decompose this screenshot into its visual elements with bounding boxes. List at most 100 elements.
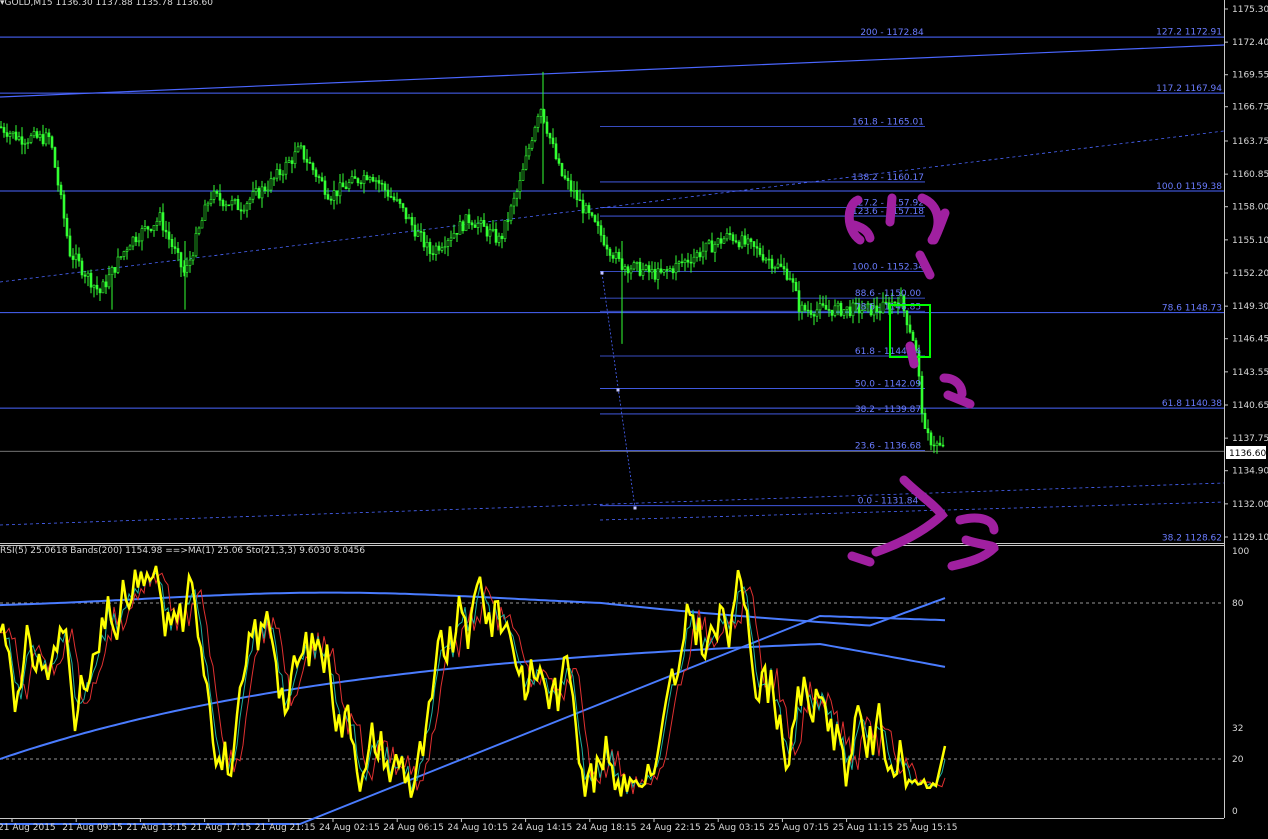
candle-body (281, 173, 285, 176)
price-axis-label: 1143.55 (1232, 368, 1268, 378)
indicator-panel[interactable] (0, 565, 1224, 825)
candle-body (254, 188, 258, 192)
candle-body (512, 197, 516, 207)
price-axis-label: 1146.45 (1232, 335, 1268, 345)
candle-body (623, 266, 627, 270)
candle-body (419, 231, 423, 233)
candle-body (68, 235, 72, 257)
time-axis-labels: 21 Aug 2015 21 Aug 09:15 21 Aug 13:15 21 Au… (0, 818, 957, 833)
candle-body (155, 220, 159, 226)
candle-body (164, 229, 168, 233)
candle-body (851, 302, 855, 317)
candle-body (269, 178, 273, 191)
candle-body (758, 247, 762, 255)
candle-body (434, 245, 438, 255)
candle-body (158, 212, 162, 222)
candle-body (707, 240, 711, 244)
candle-body (200, 220, 204, 229)
candle-body (524, 155, 528, 170)
candle-body (227, 204, 231, 207)
fib-level-label: 161.8 - 1165.01 (852, 118, 924, 128)
candle-body (731, 234, 735, 241)
candle-body (215, 190, 219, 194)
candle-body (275, 169, 279, 179)
candle-body (848, 306, 852, 317)
candle-body (710, 240, 714, 253)
candle-body (140, 228, 144, 242)
candle-body (401, 203, 405, 209)
candle-body (608, 248, 612, 256)
candle-body (938, 442, 942, 446)
price-axis-label: 1160.85 (1232, 170, 1268, 180)
candle-body (638, 261, 642, 276)
candle-body (908, 324, 912, 333)
fib-level-label: 88.6 - 1150.00 (855, 289, 921, 299)
candle-body (203, 204, 207, 221)
candle-body (923, 412, 927, 429)
candle-body (197, 227, 201, 234)
candle-body (689, 261, 693, 264)
candle-body (545, 121, 549, 134)
candle-body (353, 176, 357, 179)
candle-body (521, 168, 525, 181)
candle-body (482, 220, 486, 227)
candle-body (263, 186, 267, 192)
candle-body (791, 278, 795, 283)
candle-body (833, 305, 837, 316)
candle-body (845, 306, 849, 310)
candle-body (767, 258, 771, 261)
candle-body (341, 182, 345, 188)
anchor-point[interactable] (633, 506, 637, 510)
anchor-point[interactable] (616, 388, 620, 392)
candle-body (194, 233, 198, 257)
candle-body (221, 199, 225, 207)
candle-body (134, 236, 138, 243)
candle-body (779, 263, 783, 267)
candle-body (398, 199, 402, 204)
candle-body (5, 132, 9, 137)
annotation-mark (905, 341, 919, 369)
candle-body (785, 268, 789, 280)
candle-body (794, 282, 798, 291)
fib-level-label: 138.2 - 1160.17 (852, 173, 924, 183)
candle-body (800, 304, 804, 312)
candle-body (101, 281, 105, 294)
candle-body (602, 234, 606, 246)
price-axis-label: 1175.30 (1232, 5, 1268, 15)
time-axis-label: 25 Aug 15:15 (897, 823, 958, 833)
candle-body (563, 175, 567, 179)
fib-level-label: 38.2 - 1139.87 (855, 405, 921, 415)
chart-canvas[interactable]: 200 - 1172.84 161.8 - 1165.01 138.2 - 1160… (0, 0, 1268, 839)
time-axis-label: 25 Aug 03:15 (704, 823, 765, 833)
candle-body (260, 186, 264, 199)
candle-body (812, 314, 816, 317)
candle-body (86, 272, 90, 277)
candle-body (626, 266, 630, 274)
candle-body (230, 200, 234, 206)
anchor-point[interactable] (600, 271, 604, 275)
candle-body (23, 143, 27, 145)
candle-body (80, 260, 84, 276)
candle-body (569, 180, 573, 192)
candle-body (278, 169, 282, 175)
candle-body (716, 238, 720, 245)
price-axis-label: 1129.10 (1232, 533, 1268, 543)
time-axis-label: 24 Aug 10:15 (447, 823, 508, 833)
fib-right-label: 127.2 1172.91 (1156, 27, 1222, 37)
candle-body (446, 240, 450, 247)
time-axis-label: 24 Aug 18:15 (576, 823, 637, 833)
fib-right-label: 100.0 1159.38 (1156, 182, 1222, 192)
candle-body (425, 241, 429, 248)
candle-body (599, 225, 603, 236)
candle-body (284, 161, 288, 175)
fib-level-label: 100.0 - 1152.34 (852, 262, 924, 272)
candle-body (941, 444, 945, 447)
candle-body (50, 136, 54, 148)
candle-body (317, 176, 321, 178)
candle-body (932, 444, 936, 447)
candle-body (584, 205, 588, 214)
candle-body (530, 140, 534, 149)
rsi-line (0, 565, 947, 798)
candle-body (206, 202, 210, 206)
candle-body (209, 199, 213, 204)
